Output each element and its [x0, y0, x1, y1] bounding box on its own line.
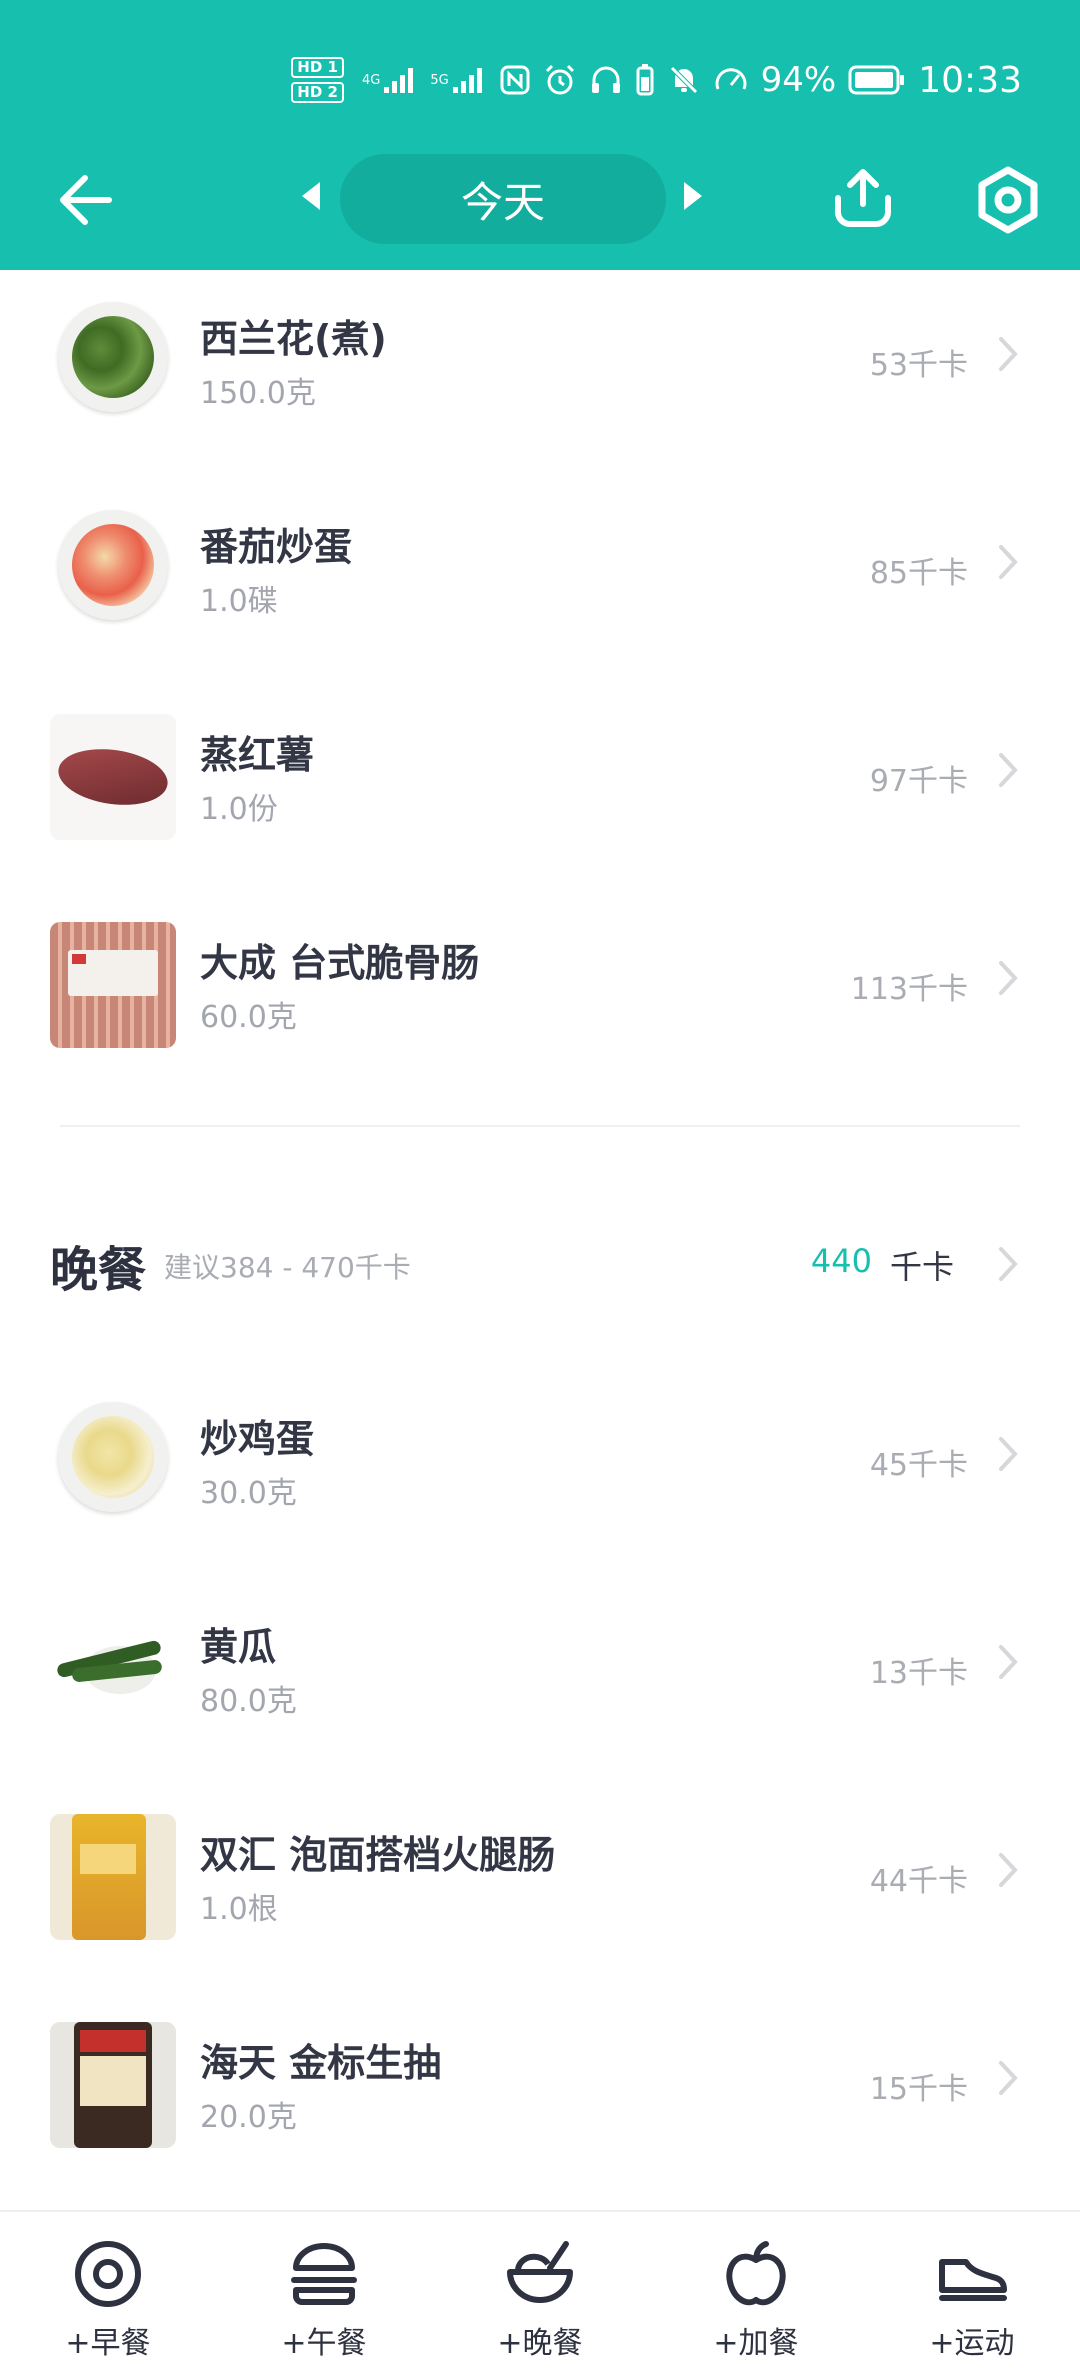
- add-snack-button[interactable]: +加餐: [648, 2212, 864, 2378]
- food-thumbnail: [58, 302, 168, 412]
- meal-calorie-unit: 千卡: [889, 1248, 954, 1286]
- apple-icon: [726, 2241, 786, 2306]
- hd-indicator: HD 1 HD 2: [291, 57, 344, 103]
- food-kcal: 53千卡: [869, 348, 968, 383]
- food-thumbnail: [50, 1814, 176, 1940]
- chevron-right-icon: [999, 753, 1018, 787]
- food-name: 大成 台式脆骨肠: [200, 941, 480, 985]
- food-amount: 1.0份: [200, 792, 278, 827]
- meal-title: 晚餐: [50, 1242, 147, 1298]
- app-header: HD 1 HD 2 4G 5G 94% 10:33 今天: [0, 0, 1080, 270]
- food-amount: 150.0克: [200, 376, 316, 411]
- signal-5g-icon: 5G: [430, 65, 486, 95]
- add-breakfast-button[interactable]: +早餐: [0, 2212, 216, 2378]
- nfc-icon: [499, 64, 531, 96]
- food-name: 海天 金标生抽: [200, 2041, 442, 2085]
- food-name: 黄瓜: [200, 1625, 277, 1669]
- add-dinner-button[interactable]: +晚餐: [432, 2212, 648, 2378]
- food-kcal: 44千卡: [869, 1864, 968, 1899]
- settings-hexagon-icon[interactable]: [972, 164, 1044, 236]
- chevron-right-icon: [999, 545, 1018, 579]
- food-kcal: 113千卡: [850, 972, 968, 1007]
- next-day-button[interactable]: [684, 182, 702, 210]
- food-kcal: 85千卡: [869, 556, 968, 591]
- bowl-icon: [507, 2241, 573, 2303]
- prev-day-button[interactable]: [302, 182, 320, 210]
- food-amount: 1.0根: [200, 1892, 278, 1927]
- food-amount: 60.0克: [200, 1000, 297, 1035]
- food-item[interactable]: 黄瓜 80.0克 13千卡: [0, 1586, 1080, 1746]
- burger-icon: [291, 2243, 357, 2305]
- food-name: 西兰花(煮): [200, 317, 387, 361]
- food-thumbnail: [58, 1402, 168, 1512]
- food-thumbnail: [50, 714, 176, 840]
- food-amount: 20.0克: [200, 2100, 297, 2135]
- food-amount: 1.0碟: [200, 584, 278, 619]
- sneaker-icon: [939, 2259, 1007, 2301]
- food-name: 蒸红薯: [200, 733, 315, 777]
- food-kcal: 15千卡: [869, 2072, 968, 2107]
- alarm-icon: [543, 63, 577, 97]
- headphones-icon: [589, 63, 623, 97]
- food-name: 番茄炒蛋: [200, 525, 353, 569]
- food-item[interactable]: 海天 金标生抽 20.0克 15千卡: [0, 2002, 1080, 2162]
- chevron-right-icon: [999, 1437, 1018, 1471]
- food-kcal: 97千卡: [869, 764, 968, 799]
- chevron-right-icon: [999, 961, 1018, 995]
- meal-calorie-total: 440: [810, 1242, 872, 1280]
- chevron-right-icon: [999, 337, 1018, 371]
- egg-icon: [75, 2241, 141, 2307]
- food-item[interactable]: 西兰花(煮) 150.0克 53千卡: [0, 278, 1080, 438]
- chevron-right-icon: [999, 1247, 1018, 1281]
- hd1-badge: HD 1: [291, 57, 344, 78]
- tab-label: +午餐: [281, 2326, 367, 2361]
- chevron-right-icon: [999, 1853, 1018, 1887]
- food-thumbnail: [58, 510, 168, 620]
- date-selector[interactable]: 今天: [340, 154, 666, 244]
- add-exercise-button[interactable]: +运动: [864, 2212, 1080, 2378]
- chevron-right-icon: [999, 2061, 1018, 2095]
- food-kcal: 45千卡: [869, 1448, 968, 1483]
- tab-label: +晚餐: [497, 2326, 583, 2361]
- back-arrow-icon[interactable]: [55, 172, 115, 228]
- food-item[interactable]: 大成 台式脆骨肠 60.0克 113千卡: [0, 902, 1080, 1062]
- tab-label: +早餐: [65, 2326, 151, 2361]
- food-item[interactable]: 蒸红薯 1.0份 97千卡: [0, 694, 1080, 854]
- battery-percent: 94%: [760, 60, 837, 100]
- food-thumbnail: [50, 922, 176, 1048]
- dinner-section-header[interactable]: 晚餐 建议384 - 470千卡 440 千卡: [0, 1200, 1080, 1320]
- battery-icon: [848, 64, 906, 96]
- tab-label: +加餐: [713, 2326, 799, 2361]
- food-thumbnail: [50, 2022, 176, 2148]
- add-lunch-button[interactable]: +午餐: [216, 2212, 432, 2378]
- food-thumbnail: [50, 1606, 176, 1732]
- status-bar: HD 1 HD 2 4G 5G 94% 10:33: [291, 50, 1022, 110]
- section-divider: [60, 1125, 1020, 1127]
- food-item[interactable]: 番茄炒蛋 1.0碟 85千卡: [0, 486, 1080, 646]
- food-name: 双汇 泡面搭档火腿肠: [200, 1833, 556, 1877]
- meal-calorie-suggestion: 建议384 - 470千卡: [164, 1251, 411, 1284]
- date-nav: 今天: [0, 150, 1080, 250]
- bottom-add-bar: +早餐 +午餐 +晚餐 +加餐 +运动: [0, 2210, 1080, 2376]
- tab-label: +运动: [929, 2326, 1015, 2361]
- signal-4g-icon: 4G: [362, 65, 418, 95]
- food-name: 炒鸡蛋: [200, 1417, 315, 1461]
- food-item[interactable]: 双汇 泡面搭档火腿肠 1.0根 44千卡: [0, 1794, 1080, 1954]
- mute-bell-icon: [667, 63, 701, 97]
- food-kcal: 13千卡: [869, 1656, 968, 1691]
- battery-saver-icon: [635, 63, 655, 97]
- food-amount: 80.0克: [200, 1684, 297, 1719]
- speed-gauge-icon: [713, 63, 749, 97]
- clock: 10:33: [918, 59, 1022, 101]
- food-log-list: 西兰花(煮) 150.0克 53千卡 番茄炒蛋 1.0碟 85千卡 蒸红薯 1.…: [0, 270, 1080, 2210]
- share-upload-icon[interactable]: [828, 164, 898, 234]
- food-amount: 30.0克: [200, 1476, 297, 1511]
- food-item[interactable]: 炒鸡蛋 30.0克 45千卡: [0, 1378, 1080, 1538]
- chevron-right-icon: [999, 1645, 1018, 1679]
- hd2-badge: HD 2: [291, 82, 344, 103]
